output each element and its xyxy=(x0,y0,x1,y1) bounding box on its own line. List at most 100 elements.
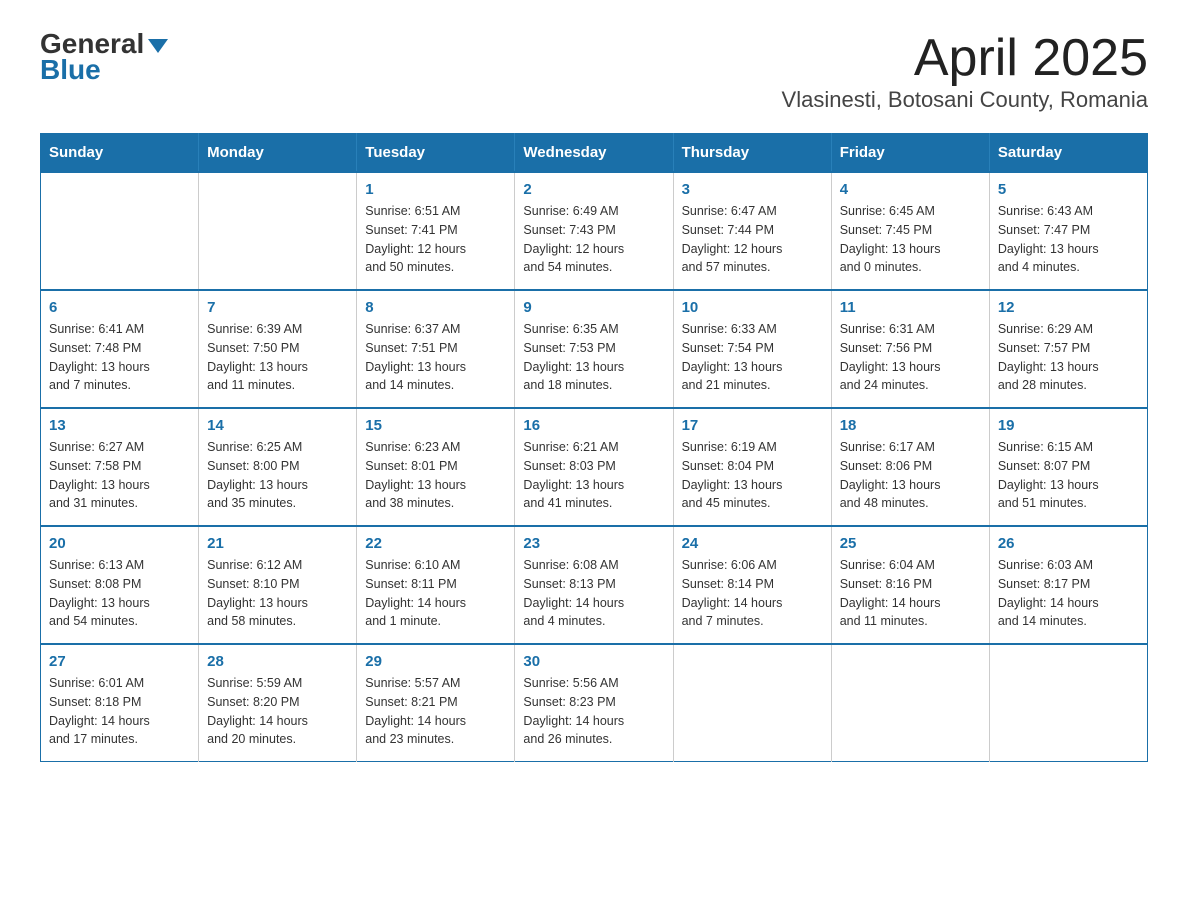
day-info: Sunrise: 6:23 AM Sunset: 8:01 PM Dayligh… xyxy=(365,438,506,513)
day-info: Sunrise: 6:43 AM Sunset: 7:47 PM Dayligh… xyxy=(998,202,1139,277)
day-info: Sunrise: 6:19 AM Sunset: 8:04 PM Dayligh… xyxy=(682,438,823,513)
day-number: 4 xyxy=(840,181,981,198)
calendar-cell: 23 Sunrise: 6:08 AM Sunset: 8:13 PM Dayli… xyxy=(515,526,673,644)
day-info: Sunrise: 6:41 AM Sunset: 7:48 PM Dayligh… xyxy=(49,320,190,395)
calendar-cell: 20 Sunrise: 6:13 AM Sunset: 8:08 PM Dayli… xyxy=(41,526,199,644)
calendar-cell: 12Sunrise: 6:29 AM Sunset: 7:57 PM Dayli… xyxy=(989,290,1147,408)
calendar-cell: 3Sunrise: 6:47 AM Sunset: 7:44 PM Daylig… xyxy=(673,172,831,290)
calendar-cell: 16Sunrise: 6:21 AM Sunset: 8:03 PM Dayli… xyxy=(515,408,673,526)
day-number: 18 xyxy=(840,417,981,434)
day-of-week-header: Wednesday xyxy=(515,134,673,173)
calendar-cell xyxy=(199,172,357,290)
day-number: 13 xyxy=(49,417,190,434)
day-number: 30 xyxy=(523,653,664,670)
day-number: 27 xyxy=(49,653,190,670)
day-info: Sunrise: 6:39 AM Sunset: 7:50 PM Dayligh… xyxy=(207,320,348,395)
day-number: 21 xyxy=(207,535,348,552)
calendar-cell: 19 Sunrise: 6:15 AM Sunset: 8:07 PM Dayli… xyxy=(989,408,1147,526)
calendar-cell: 6 Sunrise: 6:41 AM Sunset: 7:48 PM Daylig… xyxy=(41,290,199,408)
day-info: Sunrise: 6:49 AM Sunset: 7:43 PM Dayligh… xyxy=(523,202,664,277)
calendar-cell: 8 Sunrise: 6:37 AM Sunset: 7:51 PM Daylig… xyxy=(357,290,515,408)
day-info: Sunrise: 5:56 AM Sunset: 8:23 PM Dayligh… xyxy=(523,674,664,749)
day-info: Sunrise: 6:06 AM Sunset: 8:14 PM Dayligh… xyxy=(682,556,823,631)
calendar-week-row: 1 Sunrise: 6:51 AM Sunset: 7:41 PM Daylig… xyxy=(41,172,1148,290)
title-block: April 2025 Vlasinesti, Botosani County, … xyxy=(782,30,1148,113)
day-number: 26 xyxy=(998,535,1139,552)
day-info: Sunrise: 6:13 AM Sunset: 8:08 PM Dayligh… xyxy=(49,556,190,631)
logo-text-line2: Blue xyxy=(40,54,101,86)
calendar-subtitle: Vlasinesti, Botosani County, Romania xyxy=(782,87,1148,113)
calendar-cell: 1 Sunrise: 6:51 AM Sunset: 7:41 PM Daylig… xyxy=(357,172,515,290)
day-number: 29 xyxy=(365,653,506,670)
calendar-body: 1 Sunrise: 6:51 AM Sunset: 7:41 PM Daylig… xyxy=(41,172,1148,762)
day-info: Sunrise: 6:04 AM Sunset: 8:16 PM Dayligh… xyxy=(840,556,981,631)
day-number: 17 xyxy=(682,417,823,434)
calendar-cell: 21 Sunrise: 6:12 AM Sunset: 8:10 PM Dayli… xyxy=(199,526,357,644)
day-info: Sunrise: 6:15 AM Sunset: 8:07 PM Dayligh… xyxy=(998,438,1139,513)
day-of-week-header: Sunday xyxy=(41,134,199,173)
calendar-cell: 2 Sunrise: 6:49 AM Sunset: 7:43 PM Daylig… xyxy=(515,172,673,290)
day-info: Sunrise: 6:17 AM Sunset: 8:06 PM Dayligh… xyxy=(840,438,981,513)
day-of-week-header: Monday xyxy=(199,134,357,173)
day-info: Sunrise: 6:47 AM Sunset: 7:44 PM Dayligh… xyxy=(682,202,823,277)
calendar-cell: 22 Sunrise: 6:10 AM Sunset: 8:11 PM Dayli… xyxy=(357,526,515,644)
calendar-cell: 28 Sunrise: 5:59 AM Sunset: 8:20 PM Dayli… xyxy=(199,644,357,762)
calendar-cell: 9Sunrise: 6:35 AM Sunset: 7:53 PM Daylig… xyxy=(515,290,673,408)
day-info: Sunrise: 6:25 AM Sunset: 8:00 PM Dayligh… xyxy=(207,438,348,513)
calendar-cell: 29 Sunrise: 5:57 AM Sunset: 8:21 PM Dayli… xyxy=(357,644,515,762)
day-number: 15 xyxy=(365,417,506,434)
day-number: 25 xyxy=(840,535,981,552)
day-info: Sunrise: 6:12 AM Sunset: 8:10 PM Dayligh… xyxy=(207,556,348,631)
page-header: General Blue April 2025 Vlasinesti, Boto… xyxy=(40,30,1148,113)
calendar-cell: 4 Sunrise: 6:45 AM Sunset: 7:45 PM Daylig… xyxy=(831,172,989,290)
day-info: Sunrise: 6:21 AM Sunset: 8:03 PM Dayligh… xyxy=(523,438,664,513)
day-of-week-header: Thursday xyxy=(673,134,831,173)
day-info: Sunrise: 6:01 AM Sunset: 8:18 PM Dayligh… xyxy=(49,674,190,749)
day-info: Sunrise: 6:10 AM Sunset: 8:11 PM Dayligh… xyxy=(365,556,506,631)
calendar-table: SundayMondayTuesdayWednesdayThursdayFrid… xyxy=(40,133,1148,762)
calendar-title: April 2025 xyxy=(782,30,1148,87)
calendar-cell: 15 Sunrise: 6:23 AM Sunset: 8:01 PM Dayli… xyxy=(357,408,515,526)
day-info: Sunrise: 6:35 AM Sunset: 7:53 PM Dayligh… xyxy=(523,320,664,395)
day-info: Sunrise: 6:08 AM Sunset: 8:13 PM Dayligh… xyxy=(523,556,664,631)
calendar-cell xyxy=(989,644,1147,762)
day-info: Sunrise: 6:37 AM Sunset: 7:51 PM Dayligh… xyxy=(365,320,506,395)
day-number: 11 xyxy=(840,299,981,316)
day-number: 20 xyxy=(49,535,190,552)
calendar-cell: 10Sunrise: 6:33 AM Sunset: 7:54 PM Dayli… xyxy=(673,290,831,408)
day-number: 28 xyxy=(207,653,348,670)
day-number: 6 xyxy=(49,299,190,316)
day-number: 23 xyxy=(523,535,664,552)
calendar-cell: 13Sunrise: 6:27 AM Sunset: 7:58 PM Dayli… xyxy=(41,408,199,526)
calendar-week-row: 13Sunrise: 6:27 AM Sunset: 7:58 PM Dayli… xyxy=(41,408,1148,526)
day-number: 5 xyxy=(998,181,1139,198)
day-info: Sunrise: 6:31 AM Sunset: 7:56 PM Dayligh… xyxy=(840,320,981,395)
calendar-week-row: 6 Sunrise: 6:41 AM Sunset: 7:48 PM Daylig… xyxy=(41,290,1148,408)
day-info: Sunrise: 5:59 AM Sunset: 8:20 PM Dayligh… xyxy=(207,674,348,749)
day-info: Sunrise: 6:51 AM Sunset: 7:41 PM Dayligh… xyxy=(365,202,506,277)
calendar-cell: 14 Sunrise: 6:25 AM Sunset: 8:00 PM Dayli… xyxy=(199,408,357,526)
calendar-header: SundayMondayTuesdayWednesdayThursdayFrid… xyxy=(41,134,1148,173)
day-number: 24 xyxy=(682,535,823,552)
day-info: Sunrise: 6:45 AM Sunset: 7:45 PM Dayligh… xyxy=(840,202,981,277)
calendar-cell: 7Sunrise: 6:39 AM Sunset: 7:50 PM Daylig… xyxy=(199,290,357,408)
day-number: 12 xyxy=(998,299,1139,316)
day-info: Sunrise: 5:57 AM Sunset: 8:21 PM Dayligh… xyxy=(365,674,506,749)
calendar-cell: 5 Sunrise: 6:43 AM Sunset: 7:47 PM Daylig… xyxy=(989,172,1147,290)
days-of-week-row: SundayMondayTuesdayWednesdayThursdayFrid… xyxy=(41,134,1148,173)
day-of-week-header: Saturday xyxy=(989,134,1147,173)
day-number: 8 xyxy=(365,299,506,316)
calendar-cell: 27 Sunrise: 6:01 AM Sunset: 8:18 PM Dayli… xyxy=(41,644,199,762)
calendar-cell: 25 Sunrise: 6:04 AM Sunset: 8:16 PM Dayli… xyxy=(831,526,989,644)
day-number: 2 xyxy=(523,181,664,198)
day-number: 14 xyxy=(207,417,348,434)
day-number: 19 xyxy=(998,417,1139,434)
calendar-cell xyxy=(673,644,831,762)
calendar-cell: 24 Sunrise: 6:06 AM Sunset: 8:14 PM Dayli… xyxy=(673,526,831,644)
day-of-week-header: Tuesday xyxy=(357,134,515,173)
day-number: 10 xyxy=(682,299,823,316)
calendar-cell: 18 Sunrise: 6:17 AM Sunset: 8:06 PM Dayli… xyxy=(831,408,989,526)
day-number: 1 xyxy=(365,181,506,198)
day-number: 22 xyxy=(365,535,506,552)
calendar-cell: 26Sunrise: 6:03 AM Sunset: 8:17 PM Dayli… xyxy=(989,526,1147,644)
